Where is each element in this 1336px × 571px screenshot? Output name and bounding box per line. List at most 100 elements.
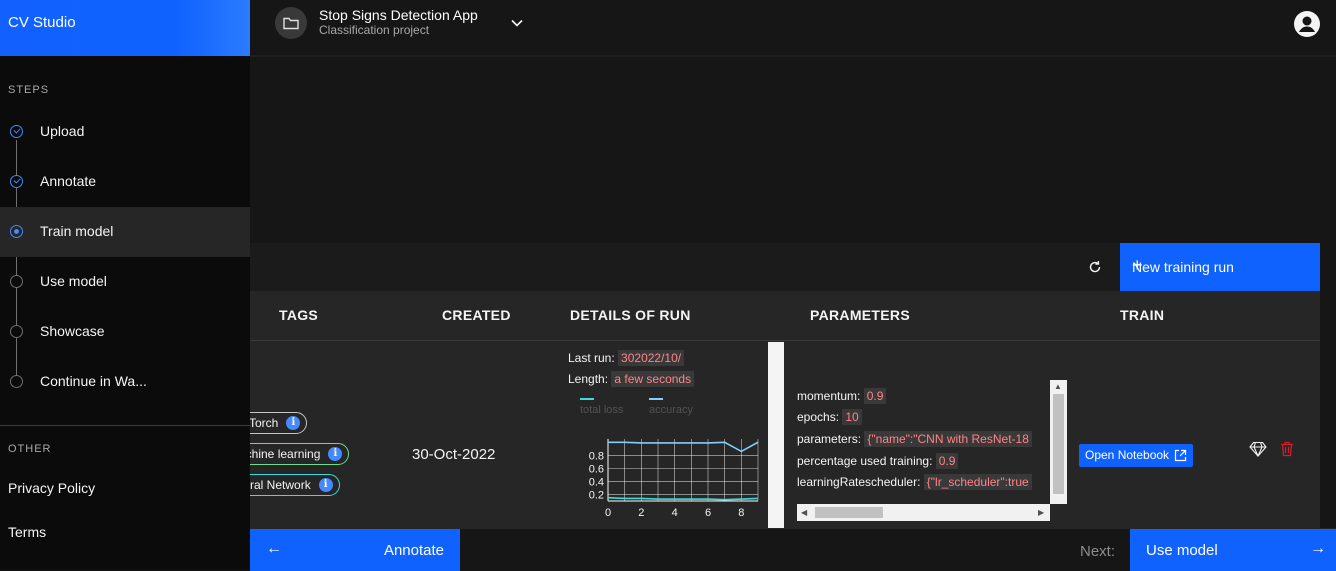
step-label: Train model <box>40 223 114 239</box>
step-pending-icon <box>10 275 23 288</box>
chart-x-tick-label: 8 <box>738 507 744 519</box>
scrollbar-thumb[interactable] <box>815 507 883 518</box>
step-showcase[interactable]: Showcase <box>0 307 250 357</box>
length-value: a few seconds <box>611 371 695 387</box>
sidebar: CV Studio STEPS Upload Annotate Train mo… <box>0 0 250 570</box>
column-header-parameters[interactable]: PARAMETERS <box>810 307 910 323</box>
external-link-icon <box>1174 449 1187 462</box>
chart-y-tick-label: 0.6 <box>589 463 604 475</box>
chart-y-tick-label: 0.2 <box>589 489 604 501</box>
param-value: 0.9 <box>863 388 887 404</box>
chevron-down-icon[interactable] <box>510 16 524 35</box>
param-key: parameters: <box>797 432 862 446</box>
step-label: Upload <box>40 123 85 139</box>
plus-icon: + <box>1132 255 1143 275</box>
scroll-left-icon[interactable]: ◀ <box>801 508 807 517</box>
app-title[interactable]: CV Studio <box>0 0 250 56</box>
diamond-icon[interactable] <box>1249 441 1267 462</box>
back-annotate-button[interactable]: ← Annotate <box>250 529 460 571</box>
step-annotate[interactable]: Annotate <box>0 157 250 207</box>
param-lr-scheduler: learningRatescheduler: {"lr_scheduler":t… <box>797 474 1032 490</box>
sidebar-divider <box>0 425 250 426</box>
column-header-created[interactable]: CREATED <box>442 307 511 323</box>
param-momentum: momentum: 0.9 <box>797 388 887 404</box>
chart-x-tick-label: 2 <box>638 507 644 519</box>
step-continue[interactable]: Continue in Wa... <box>0 357 250 407</box>
folder-icon[interactable] <box>275 7 307 39</box>
param-key: epochs: <box>797 410 840 424</box>
column-header-train[interactable]: TRAIN <box>1120 307 1164 323</box>
next-use-model-button[interactable]: Use model → <box>1130 529 1336 571</box>
column-header-tags[interactable]: TAGS <box>279 307 318 323</box>
tag-neural-network[interactable]: Neural Network i <box>250 474 340 496</box>
terms-link[interactable]: Terms <box>8 524 46 540</box>
next-label: Use model <box>1146 542 1218 559</box>
chart-y-tick-label: 0.4 <box>589 476 604 488</box>
scroll-right-icon[interactable]: ▶ <box>1038 508 1044 517</box>
refresh-icon[interactable] <box>1086 258 1104 281</box>
step-current-icon <box>10 225 23 238</box>
tag-label: Machine learning <box>250 447 321 461</box>
length-key: Length: <box>568 372 609 386</box>
privacy-policy-link[interactable]: Privacy Policy <box>8 480 95 496</box>
next-prefix: Next: <box>1080 543 1116 560</box>
arrow-right-icon: → <box>1310 540 1326 557</box>
chart-legend-label: accuracy <box>649 404 694 416</box>
parameters-horizontal-scrollbar[interactable]: ◀ ▶ <box>797 504 1050 521</box>
step-label: Continue in Wa... <box>40 373 147 389</box>
project-title: Stop Signs Detection App <box>319 7 478 23</box>
column-header-details[interactable]: DETAILS OF RUN <box>570 307 691 323</box>
step-label: Showcase <box>40 323 105 339</box>
param-key: percentage used training: <box>797 454 933 468</box>
step-pending-icon <box>10 375 23 388</box>
other-section-label: OTHER <box>8 443 52 455</box>
step-pending-icon <box>10 325 23 338</box>
length-detail: Length: a few seconds <box>568 371 695 387</box>
last-run-detail: Last run: 302022/10/ <box>568 350 685 366</box>
info-icon[interactable]: i <box>286 416 301 430</box>
step-use-model[interactable]: Use model <box>0 257 250 307</box>
chart-series-line-total-loss <box>607 496 759 501</box>
chart-x-tick-label: 6 <box>705 507 711 519</box>
new-training-run-button[interactable]: New training run + <box>1120 243 1320 291</box>
step-upload[interactable]: Upload <box>0 107 250 157</box>
chart-x-tick-label: 4 <box>672 507 678 519</box>
chart-legend-label: total loss <box>580 404 624 416</box>
project-subtitle: Classification project <box>319 23 430 37</box>
table-header: TAGS CREATED DETAILS OF RUN PARAMETERS T… <box>250 291 1320 341</box>
page-header: Stop Signs Detection App Classification … <box>250 0 1336 57</box>
scrollbar-thumb[interactable] <box>1053 394 1064 494</box>
arrow-left-icon: ← <box>266 540 282 557</box>
tag-label: PyTorch <box>250 416 279 430</box>
info-icon[interactable]: i <box>318 478 333 492</box>
open-notebook-label: Open Notebook <box>1085 448 1170 462</box>
param-value: {"name":"CNN with ResNet-18 <box>864 431 1032 447</box>
info-icon[interactable]: i <box>328 447 343 461</box>
chart-y-tick-label: 0.8 <box>589 450 604 462</box>
scroll-up-icon[interactable]: ▲ <box>1054 382 1062 391</box>
param-parameters: parameters: {"name":"CNN with ResNet-18 <box>797 431 1032 447</box>
last-run-value: 302022/10/ <box>618 350 685 366</box>
trash-icon[interactable] <box>1280 441 1294 462</box>
chart-x-tick-label: 0 <box>605 507 611 519</box>
param-key: momentum: <box>797 389 861 403</box>
training-metrics-chart: 0.20.40.60.8 0 2 4 6 8 total loss accuracy <box>580 398 759 519</box>
created-date: 30-Oct-2022 <box>412 446 496 463</box>
step-label: Annotate <box>40 173 97 189</box>
step-label: Use model <box>40 273 107 289</box>
tag-pytorch[interactable]: PyTorch i <box>250 412 308 434</box>
user-avatar-icon[interactable] <box>1293 10 1321 43</box>
step-train-model[interactable]: Train model <box>0 207 250 257</box>
tag-machine-learning[interactable]: Machine learning i <box>250 443 350 465</box>
step-complete-icon <box>10 175 23 188</box>
details-scrollbar[interactable] <box>768 342 784 528</box>
footer-nav: ← Annotate Next: Use model → <box>250 528 1336 571</box>
parameters-vertical-scrollbar[interactable]: ▲ <box>1050 380 1067 504</box>
param-percentage-training: percentage used training: 0.9 <box>797 453 959 469</box>
param-value: 0.9 <box>935 453 959 469</box>
steps-section-label: STEPS <box>8 84 50 96</box>
training-runs-table: New training run + TAGS CREATED DETAILS … <box>250 243 1320 528</box>
chart-series-line-accuracy <box>608 441 759 453</box>
table-toolbar: New training run + <box>250 243 1320 291</box>
open-notebook-button[interactable]: Open Notebook <box>1079 444 1193 467</box>
